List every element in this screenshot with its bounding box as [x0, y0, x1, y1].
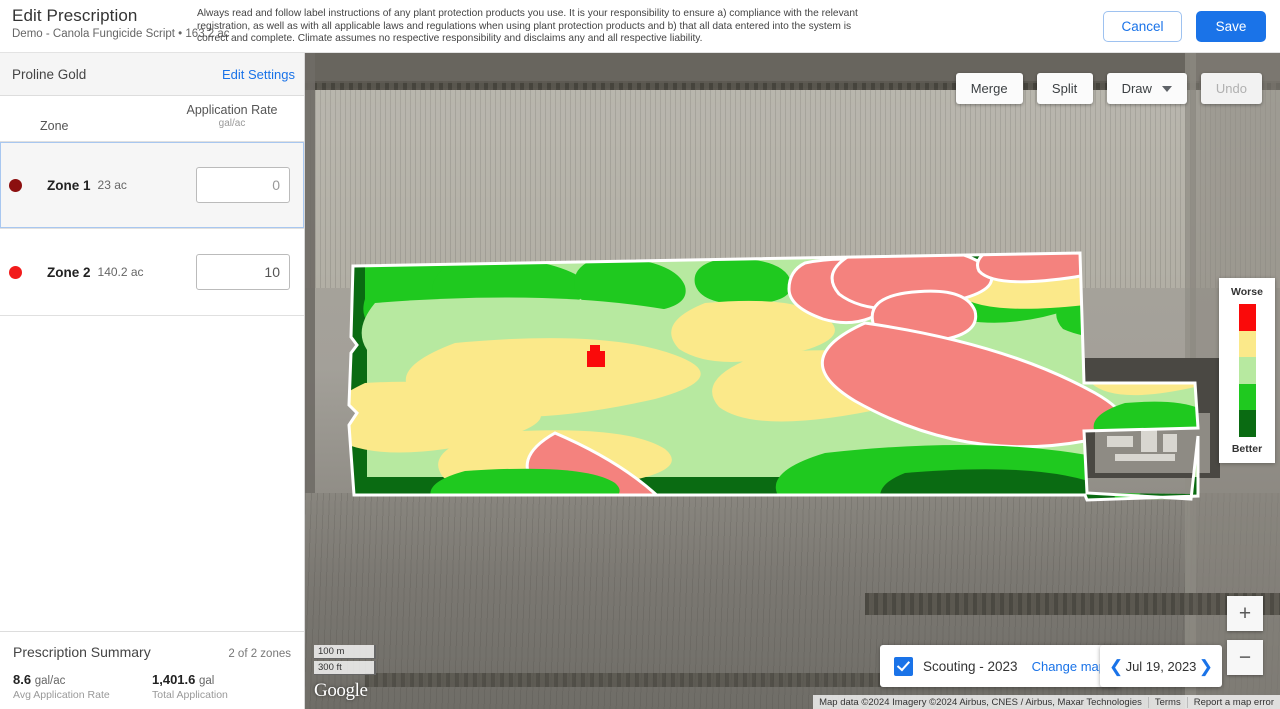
summary-total-application: 1,401.6 gal Total Application — [152, 672, 291, 701]
chevron-down-icon — [1161, 85, 1172, 92]
top-actions: Cancel Save — [1103, 11, 1266, 42]
split-button[interactable]: Split — [1036, 73, 1093, 104]
zone-name: Zone 1 — [47, 177, 91, 193]
legend-bottom-label: Better — [1231, 443, 1263, 455]
chevron-left-icon[interactable]: ❮ — [1109, 658, 1123, 675]
legend-top-label: Worse — [1231, 286, 1263, 298]
zone-color-dot — [9, 265, 22, 279]
column-header-rate: Application Rate gal/ac — [172, 103, 292, 129]
summary-avg-label: Avg Application Rate — [13, 689, 110, 701]
map-scale-bars: 100 m 300 ft — [314, 645, 376, 677]
draw-label: Draw — [1121, 81, 1152, 96]
layer-checkbox[interactable] — [894, 656, 913, 676]
zoom-in-button[interactable]: + — [1227, 596, 1263, 631]
map-layer-selector: Scouting - 2023 Change map — [880, 645, 1121, 687]
top-bar: Edit Prescription Demo - Canola Fungicid… — [0, 0, 1280, 53]
map-edit-toolbar: Merge Split Draw Undo — [955, 73, 1262, 104]
product-name: Proline Gold — [12, 66, 87, 82]
scale-imperial: 300 ft — [314, 661, 376, 675]
column-header-zone: Zone — [40, 119, 69, 133]
legend-color-band — [1238, 383, 1256, 411]
legal-disclaimer: Always read and follow label instruction… — [197, 8, 858, 45]
map-attribution: Map data ©2024 Imagery ©2024 Airbus, CNE… — [813, 695, 1280, 709]
merge-button[interactable]: Merge — [955, 73, 1023, 104]
cancel-button[interactable]: Cancel — [1103, 11, 1182, 42]
google-logo: Google — [314, 680, 368, 701]
zone-rate-input[interactable] — [196, 167, 290, 203]
chevron-right-icon[interactable]: ❯ — [1199, 658, 1213, 675]
summary-total-value: 1,401.6 — [152, 672, 196, 687]
zone-list: Zone 1 23 ac Zone 2 140.2 ac — [0, 142, 304, 316]
save-button[interactable]: Save — [1196, 11, 1266, 42]
column-header-rate-label: Application Rate — [186, 103, 278, 117]
zone-area: 140.2 ac — [97, 265, 144, 279]
date-navigator: ❮ Jul 19, 2023 ❯ — [1100, 645, 1222, 687]
zone-name: Zone 2 — [47, 264, 91, 280]
attribution-terms[interactable]: Terms — [1147, 696, 1187, 708]
edit-prescription-screen: Edit Prescription Demo - Canola Fungicid… — [0, 0, 1280, 709]
summary-total-unit: gal — [199, 675, 215, 687]
legend-color-bar — [1238, 304, 1256, 437]
summary-title: Prescription Summary — [13, 644, 151, 660]
undo-button[interactable]: Undo — [1200, 73, 1262, 104]
zone-sidebar: Proline Gold Edit Settings Zone Applicat… — [0, 53, 305, 709]
zone-rate-input[interactable] — [196, 254, 290, 290]
column-header-rate-unit: gal/ac — [218, 118, 246, 129]
zone-list-bottom-divider — [0, 315, 304, 316]
zone-table-header: Zone Application Rate gal/ac — [0, 96, 304, 142]
current-date-label: Jul 19, 2023 — [1125, 658, 1197, 674]
zoom-out-button[interactable]: − — [1227, 640, 1263, 675]
zone-color-dot — [9, 178, 22, 192]
zone-row[interactable]: Zone 1 23 ac — [0, 142, 304, 228]
legend-color-band — [1238, 330, 1256, 358]
scale-metric: 100 m — [314, 645, 376, 659]
zone-row[interactable]: Zone 2 140.2 ac — [0, 229, 304, 315]
edit-settings-link[interactable]: Edit Settings — [222, 67, 295, 82]
product-header: Proline Gold Edit Settings — [0, 53, 304, 96]
summary-total-label: Total Application — [152, 689, 228, 701]
draw-dropdown-button[interactable]: Draw — [1106, 73, 1187, 104]
legend-color-band — [1238, 357, 1256, 384]
zoom-controls: + − — [1227, 596, 1263, 684]
map-canvas[interactable]: Merge Split Draw Undo Worse Better + − S… — [305, 53, 1280, 709]
legend-color-band — [1238, 304, 1256, 331]
map-legend: Worse Better — [1219, 278, 1275, 463]
attribution-mapdata: Map data ©2024 Imagery ©2024 Airbus, CNE… — [819, 696, 1142, 708]
summary-avg-rate: 8.6 gal/ac Avg Application Rate — [13, 672, 152, 701]
layer-label: Scouting - 2023 — [923, 658, 1018, 674]
summary-zone-count: 2 of 2 zones — [228, 648, 291, 660]
attribution-report-error[interactable]: Report a map error — [1186, 696, 1280, 708]
summary-avg-unit: gal/ac — [34, 675, 66, 687]
prescription-summary: Prescription Summary 2 of 2 zones 8.6 ga… — [0, 631, 304, 709]
legend-color-band — [1238, 410, 1256, 437]
zone-area: 23 ac — [97, 178, 127, 192]
prescription-zone-overlay[interactable] — [305, 53, 1280, 709]
change-map-link[interactable]: Change map — [1032, 659, 1106, 674]
summary-avg-value: 8.6 — [13, 672, 32, 687]
